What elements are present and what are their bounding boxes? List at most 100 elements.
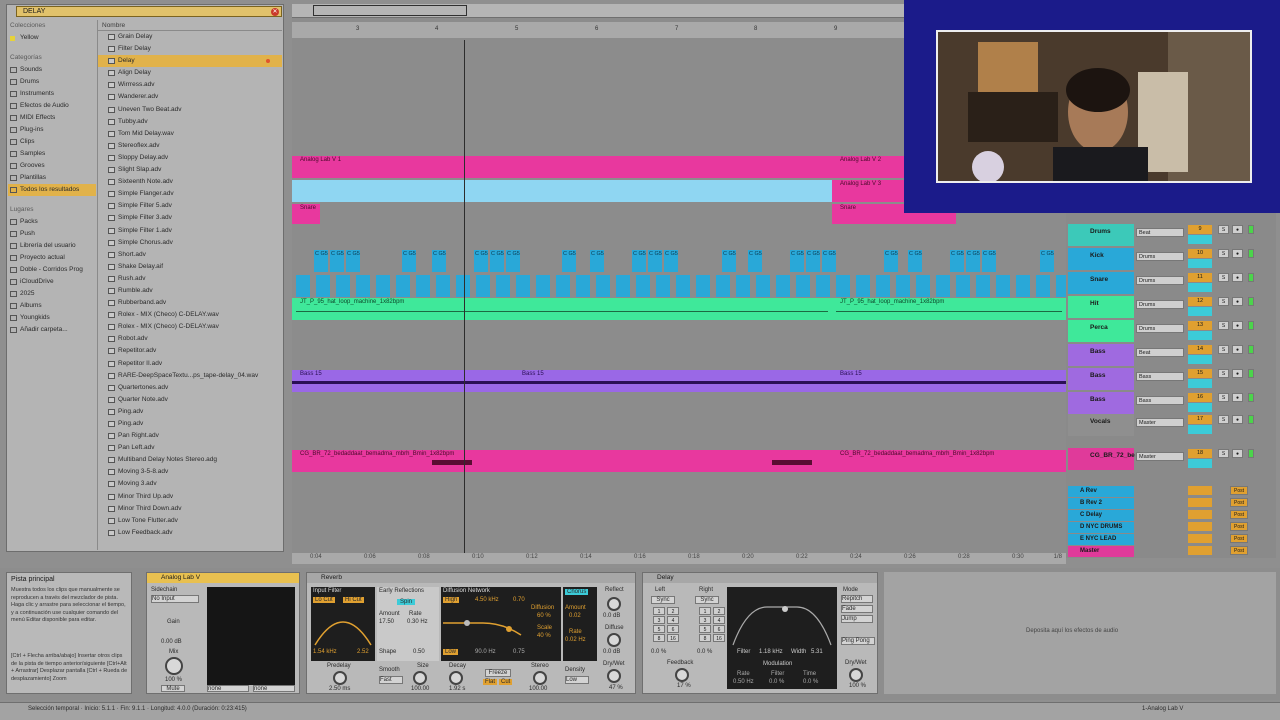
browser-file-item[interactable]: Wanderer.adv [98, 91, 282, 103]
track-volume[interactable] [1188, 235, 1212, 244]
browser-file-item[interactable]: Quartertones.adv [98, 382, 282, 394]
clip-snare-beat[interactable] [776, 275, 790, 297]
delay-drywet-knob[interactable] [849, 668, 863, 682]
clip-kick[interactable]: C G5 [506, 250, 520, 272]
filter-width-value[interactable]: 5.31 [811, 649, 823, 655]
track-input-select[interactable]: Beat [1136, 228, 1184, 237]
place-item[interactable]: Doble - Corridos Prog [8, 264, 96, 276]
clip-kick[interactable]: C G5 [722, 250, 736, 272]
arm-button[interactable]: ● [1232, 249, 1243, 258]
clip-snare-beat[interactable] [616, 275, 630, 297]
high-freq-value[interactable]: 4.50 kHz [475, 597, 499, 603]
solo-button[interactable]: S [1218, 297, 1229, 306]
delay-time-button[interactable]: 5 [699, 625, 711, 633]
place-item[interactable]: Albums [8, 300, 96, 312]
return-track-title[interactable]: E NYC LEAD [1068, 534, 1134, 545]
return-volume[interactable] [1188, 546, 1212, 555]
arm-button[interactable]: ● [1232, 345, 1243, 354]
clip-snare-beat[interactable] [956, 275, 970, 297]
category-item[interactable]: Sounds [8, 64, 96, 76]
track-number[interactable]: 18 [1188, 449, 1212, 458]
clip-kick[interactable]: C G5 [806, 250, 820, 272]
shape-value[interactable]: 0.50 [413, 649, 425, 655]
solo-button[interactable]: S [1218, 273, 1229, 282]
high-amount-value[interactable]: 0.70 [513, 597, 525, 603]
track-number[interactable]: 11 [1188, 273, 1212, 282]
right-offset-value[interactable]: 0.0 % [697, 649, 712, 655]
clip-snare-beat[interactable] [736, 275, 750, 297]
clip-hat-loop[interactable]: JT_P_95_hat_loop_machine_1x82bpm [292, 298, 832, 320]
browser-file-item[interactable]: Simple Filter 5.adv [98, 200, 282, 212]
place-item[interactable]: Librería del usuario [8, 240, 96, 252]
track-number[interactable]: 16 [1188, 393, 1212, 402]
delay-time-button[interactable]: 6 [713, 625, 725, 633]
delay-time-button[interactable]: 8 [653, 634, 665, 642]
clip-kick[interactable]: C G5 [330, 250, 344, 272]
clip-kick[interactable]: C G5 [1040, 250, 1054, 272]
solo-button[interactable]: S [1218, 393, 1229, 402]
place-item[interactable]: Youngkids [8, 312, 96, 324]
mixer-track-title[interactable]: CG_BR_72_be [1068, 448, 1135, 470]
solo-button[interactable]: S [1218, 321, 1229, 330]
clip-snare-beat[interactable] [756, 275, 770, 297]
clip-snare-beat[interactable] [396, 275, 410, 297]
size-knob[interactable] [413, 671, 427, 685]
jump-mode-button[interactable]: Jump [841, 615, 873, 623]
clip-snare-beat[interactable] [996, 275, 1010, 297]
lo-cut-toggle[interactable]: Lo Cut [313, 597, 335, 603]
track-input-select[interactable]: Drums [1136, 300, 1184, 309]
browser-file-item[interactable]: Ping.adv [98, 418, 282, 430]
arm-button[interactable]: ● [1232, 273, 1243, 282]
ping-pong-toggle[interactable]: Ping Pong [841, 637, 875, 645]
clip-kick[interactable]: C G5 [632, 250, 646, 272]
category-item[interactable]: Plug-ins [8, 124, 96, 136]
arm-button[interactable]: ● [1232, 415, 1243, 424]
midi-to-select[interactable]: none [253, 685, 295, 692]
clip-snare[interactable]: Snare [292, 204, 320, 224]
return-track-title[interactable]: C Delay [1068, 510, 1134, 521]
clip-snare-beat[interactable] [376, 275, 390, 297]
mute-button[interactable]: Mute [161, 685, 185, 692]
return-track-title[interactable]: D NYC DRUMS [1068, 522, 1134, 533]
browser-file-item[interactable]: Sixteenth Note.adv [98, 176, 282, 188]
clip-snare-beat[interactable] [896, 275, 910, 297]
arm-button[interactable]: ● [1232, 449, 1243, 458]
browser-file-item[interactable]: Simple Filter 1.adv [98, 225, 282, 237]
clip-snare-beat[interactable] [1036, 275, 1050, 297]
mod-rate-value[interactable]: 0.50 Hz [733, 679, 754, 685]
clip-snare-beat[interactable] [316, 275, 330, 297]
track-input-select[interactable]: Beat [1136, 348, 1184, 357]
browser-file-item[interactable]: Filter Delay [98, 43, 282, 55]
clip-snare-beat[interactable] [596, 275, 610, 297]
clip-kick[interactable]: C G5 [950, 250, 964, 272]
category-item[interactable]: Drums [8, 76, 96, 88]
clip-vocal[interactable]: CG_BR_72_bedaddaat_bemadma_mbrh_Bmin_1x8… [292, 450, 832, 472]
delay-time-button[interactable]: 8 [699, 634, 711, 642]
clip-snare-beat[interactable] [716, 275, 730, 297]
place-item[interactable]: Push [8, 228, 96, 240]
track-number[interactable]: 9 [1188, 225, 1212, 234]
clip-vocal[interactable]: CG_BR_72_bedaddaat_bemadma_mbrh_Bmin_1x8… [772, 450, 1066, 472]
mixer-track-title[interactable]: Bass [1068, 392, 1134, 414]
delay-time-button[interactable]: 3 [699, 616, 711, 624]
clip-snare-beat[interactable] [836, 275, 850, 297]
browser-file-item[interactable]: Ping.adv [98, 406, 282, 418]
clip-snare-beat[interactable] [436, 275, 450, 297]
smooth-select[interactable]: Fast [379, 676, 403, 684]
clip-snare-beat[interactable] [916, 275, 930, 297]
input-filter-curve[interactable] [313, 609, 373, 647]
browser-file-item[interactable]: Robot.adv [98, 333, 282, 345]
clip-snare-beat[interactable] [296, 275, 310, 297]
device-analog-lab[interactable]: Analog Lab V Sidechain No Input Gain 0.0… [146, 572, 300, 694]
track-input-select[interactable]: Drums [1136, 324, 1184, 333]
place-item[interactable]: iCloudDrive [8, 276, 96, 288]
clip-analog-lab[interactable]: Analog Lab V 2 [832, 156, 904, 178]
browser-file-item[interactable]: Rush.adv [98, 273, 282, 285]
browser-file-item[interactable]: Shake Delay.aif [98, 261, 282, 273]
clip-snare-beat[interactable] [516, 275, 530, 297]
clip-kick[interactable]: C G5 [648, 250, 662, 272]
spin-toggle[interactable]: Spin [397, 599, 416, 605]
browser-file-item[interactable]: RARE-DeepSpaceTextu...ps_tape-delay_04.w… [98, 370, 282, 382]
browser-file-item[interactable]: Rolex - MIX (Checo) C-DELAY.wav [98, 309, 282, 321]
chorus-toggle[interactable]: Chorus [565, 589, 589, 595]
